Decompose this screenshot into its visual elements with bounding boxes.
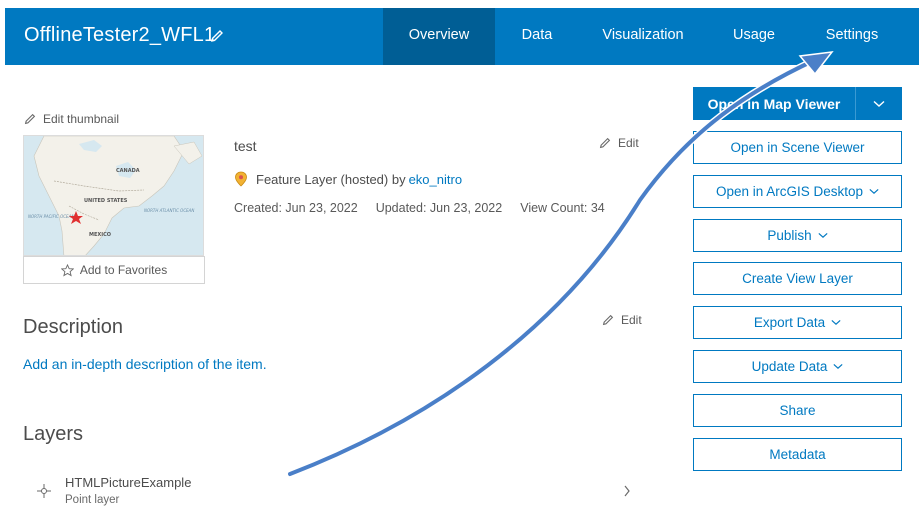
- export-data-label: Export Data: [753, 315, 826, 330]
- edit-summary-link[interactable]: Edit: [598, 136, 639, 150]
- edit-summary-label: Edit: [618, 136, 639, 150]
- star-outline-icon: [60, 263, 74, 277]
- edit-description-link[interactable]: Edit: [601, 313, 642, 327]
- background-page-edge: [0, 0, 6, 519]
- share-label: Share: [779, 403, 816, 418]
- tab-usage[interactable]: Usage: [707, 8, 801, 65]
- export-data-button[interactable]: Export Data: [693, 306, 902, 339]
- open-in-map-viewer-split-button: Open in Map Viewer: [693, 87, 902, 120]
- description-heading: Description: [23, 316, 124, 338]
- update-data-label: Update Data: [751, 359, 828, 374]
- map-label-pacific: NORTH PACIFIC OCEAN: [28, 214, 74, 219]
- pencil-icon: [24, 113, 36, 125]
- item-type-line: Feature Layer (hosted) by eko_nitro: [234, 171, 462, 187]
- open-in-scene-viewer-button[interactable]: Open in Scene Viewer: [693, 131, 902, 164]
- layer-name: HTMLPictureExample: [65, 475, 192, 490]
- edit-thumbnail-label: Edit thumbnail: [43, 112, 120, 126]
- edit-description-label: Edit: [621, 313, 642, 327]
- map-label-canada: CANADA: [116, 168, 140, 174]
- tab-overview[interactable]: Overview: [383, 8, 495, 65]
- open-in-scene-viewer-label: Open in Scene Viewer: [730, 140, 865, 155]
- updated-date: Updated: Jun 23, 2022: [375, 201, 503, 215]
- tab-visualization[interactable]: Visualization: [579, 8, 707, 65]
- point-layer-icon: [37, 484, 51, 498]
- map-viewer-dropdown-button[interactable]: [856, 87, 902, 120]
- pencil-icon: [599, 137, 611, 149]
- chevron-right-icon: [624, 485, 630, 497]
- map-label-united-states: UNITED STATES: [84, 198, 128, 204]
- add-description-link[interactable]: Add an in-depth description of the item.: [23, 356, 267, 372]
- pencil-icon: [602, 314, 614, 326]
- tab-settings[interactable]: Settings: [801, 8, 903, 65]
- layer-type: Point layer: [65, 494, 120, 506]
- chevron-down-icon: [818, 232, 828, 238]
- open-in-map-viewer-button[interactable]: Open in Map Viewer: [693, 87, 856, 120]
- item-summary: test: [234, 138, 257, 154]
- metadata-label: Metadata: [769, 447, 826, 462]
- edit-thumbnail-link[interactable]: Edit thumbnail: [23, 112, 119, 126]
- feature-layer-icon: [235, 171, 247, 187]
- metadata-button[interactable]: Metadata: [693, 438, 902, 471]
- pencil-icon[interactable]: [209, 28, 225, 44]
- created-date: Created: Jun 23, 2022: [234, 201, 358, 215]
- publish-button[interactable]: Publish: [693, 219, 902, 252]
- map-label-atlantic: NORTH ATLANTIC OCEAN: [144, 208, 194, 213]
- item-header: OfflineTester2_WFL1 Overview Data Visual…: [5, 8, 919, 65]
- open-in-arcgis-desktop-label: Open in ArcGIS Desktop: [715, 184, 864, 199]
- item-meta: Created: Jun 23, 2022 Updated: Jun 23, 2…: [234, 201, 605, 215]
- item-type-text: Feature Layer (hosted) by: [256, 171, 406, 187]
- share-button[interactable]: Share: [693, 394, 902, 427]
- item-thumbnail: CANADA UNITED STATES MEXICO NORTH PACIFI…: [23, 135, 204, 256]
- map-label-mexico: MEXICO: [89, 232, 111, 238]
- chevron-down-icon: [873, 100, 885, 107]
- map-thumbnail-image: CANADA UNITED STATES MEXICO NORTH PACIFI…: [24, 136, 203, 255]
- view-count: View Count: 34: [520, 201, 605, 215]
- chevron-down-icon: [869, 188, 879, 194]
- create-view-layer-button[interactable]: Create View Layer: [693, 262, 902, 295]
- tab-data[interactable]: Data: [495, 8, 579, 65]
- open-in-arcgis-desktop-button[interactable]: Open in ArcGIS Desktop: [693, 175, 902, 208]
- update-data-button[interactable]: Update Data: [693, 350, 902, 383]
- owner-link[interactable]: eko_nitro: [409, 172, 462, 187]
- layer-row[interactable]: HTMLPictureExample Point layer: [23, 470, 643, 514]
- add-to-favorites-label: Add to Favorites: [79, 263, 168, 277]
- add-to-favorites-button[interactable]: Add to Favorites: [23, 256, 205, 284]
- item-title: OfflineTester2_WFL1: [24, 24, 216, 46]
- publish-label: Publish: [767, 228, 812, 243]
- layers-heading: Layers: [23, 423, 84, 445]
- create-view-layer-label: Create View Layer: [742, 271, 853, 286]
- chevron-down-icon: [831, 319, 841, 325]
- item-tabs: Overview Data Visualization Usage Settin…: [383, 8, 903, 65]
- chevron-down-icon: [833, 363, 843, 369]
